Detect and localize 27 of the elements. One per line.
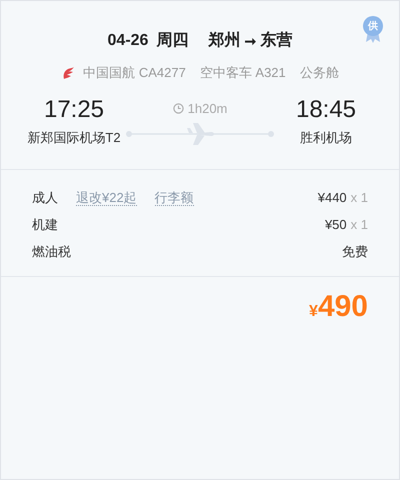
total-price: 490 bbox=[318, 289, 368, 325]
currency-symbol: ¥ bbox=[309, 302, 318, 322]
flight-date: 04-26 bbox=[108, 31, 148, 51]
airline-flight-number: 中国国航 CA4277 bbox=[83, 64, 186, 82]
fare-info-link[interactable]: 退改¥22起 bbox=[76, 190, 137, 206]
departure-airport: 新郑国际机场T2 bbox=[27, 128, 121, 146]
aircraft-type: 空中客车 A321 bbox=[200, 64, 286, 82]
fare-label: 成人 bbox=[32, 189, 58, 208]
cabin-class: 公务舱 bbox=[300, 64, 339, 82]
arrival-time: 18:45 bbox=[296, 94, 356, 124]
fare-price: ¥440 bbox=[318, 189, 347, 208]
route-arrow: ➞ bbox=[244, 32, 256, 50]
fare-price: 免费 bbox=[342, 243, 368, 262]
destination-city: 东营 bbox=[260, 30, 292, 51]
fare-quantity: x 1 bbox=[350, 189, 368, 208]
departure-time: 17:25 bbox=[44, 94, 104, 124]
fare-price: ¥50 bbox=[324, 216, 347, 234]
flight-duration: 1h20m bbox=[188, 100, 228, 118]
clock-icon bbox=[172, 102, 184, 114]
airline-logo-icon bbox=[61, 66, 76, 80]
fare-info-link[interactable]: 行李额 bbox=[154, 190, 194, 206]
fare-label: 燃油税 bbox=[32, 243, 71, 262]
fare-label: 机建 bbox=[32, 216, 58, 234]
fare-quantity: x 1 bbox=[350, 216, 368, 234]
weekday: 周四 bbox=[156, 31, 188, 51]
origin-city: 郑州 bbox=[208, 30, 240, 51]
arrival-airport: 胜利机场 bbox=[300, 128, 352, 146]
